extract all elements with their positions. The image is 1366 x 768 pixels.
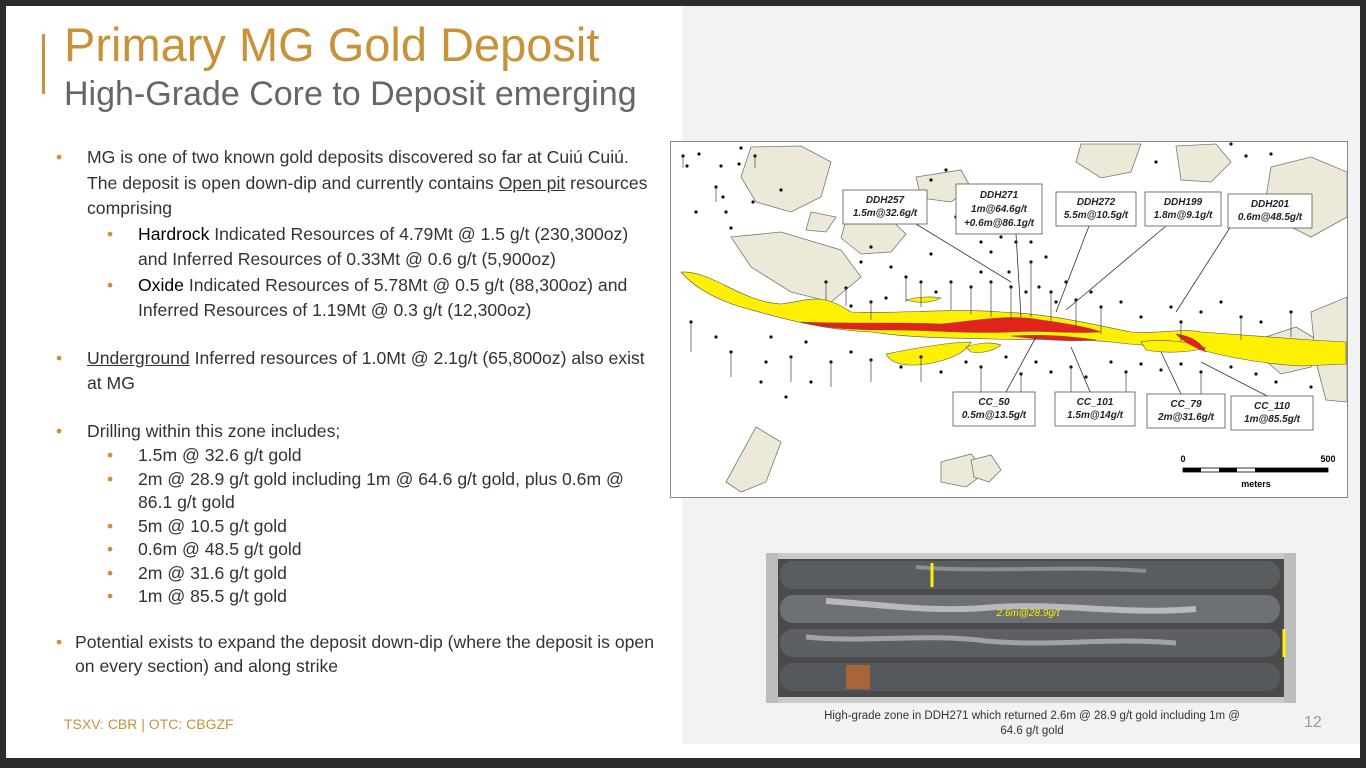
callout-result: 1.5m@32.6g/t (853, 208, 918, 219)
bullet-icon: • (56, 420, 63, 441)
bullet-icon: • (107, 539, 114, 559)
callout-result: 1.5m@14g/t (1067, 410, 1124, 421)
paragraph-drilling: • Drilling within this zone includes; (56, 419, 656, 445)
hardrock-text: Indicated Resources of 4.79Mt @ 1.5 g/t … (138, 223, 629, 270)
drill-result-item: • 1.5m @ 32.6 g/t gold (56, 444, 656, 468)
drill-result-item: • 2m @ 31.6 g/t gold (56, 562, 656, 586)
callout-hole: CC_110 (1254, 401, 1290, 412)
title-accent-bar (42, 34, 45, 94)
callout-cc110: CC_110 1m@85.5g/t (1230, 395, 1314, 431)
footer-ticker: TSXV: CBR | OTC: CBGZF (64, 716, 234, 732)
bullet-icon: • (107, 445, 114, 465)
callout-ddh201: DDH201 0.6m@48.5g/t (1227, 193, 1313, 229)
oxide-item: • Oxide Indicated Resources of 5.78Mt @ … (56, 273, 656, 324)
page-title: Primary MG Gold Deposit (64, 18, 600, 71)
callout-hole: DDH201 (1251, 199, 1290, 210)
scale-unit: meters (1241, 479, 1271, 489)
bullet-icon: • (107, 468, 114, 489)
drill-result-text: 2m @ 28.9 g/t gold including 1m @ 64.6 g… (138, 468, 624, 513)
bullet-icon: • (107, 562, 114, 583)
callout-hole: CC_50 (978, 397, 1010, 408)
paragraph-open-pit: • MG is one of two known gold deposits d… (56, 145, 656, 222)
drill-result-text: 0.6m @ 48.5 g/t gold (138, 539, 302, 559)
callout-result: 0.6m@48.5g/t (1238, 212, 1303, 223)
slide: Primary MG Gold Deposit High-Grade Core … (6, 6, 1360, 758)
callout-result: 0.5m@13.5g/t (962, 410, 1027, 421)
drill-result-item: • 0.6m @ 48.5 g/t gold (56, 538, 656, 562)
callout-result: 1m@85.5g/t (1244, 414, 1301, 425)
callout-result-2: +0.6m@86.1g/t (964, 218, 1035, 229)
bullet-icon: • (56, 147, 63, 167)
callout-cc79: CC_79 2m@31.6g/t (1146, 393, 1226, 429)
callout-result: 5.5m@10.5g/t (1064, 210, 1129, 221)
paragraph-underground: • Underground Inferred resources of 1.0M… (56, 346, 656, 397)
callout-ddh272: DDH272 5.5m@10.5g/t (1055, 191, 1137, 227)
underground-link[interactable]: Underground (87, 348, 190, 368)
core-photo-caption: High-grade zone in DDH271 which returned… (824, 710, 1240, 737)
callout-ddh271: DDH271 1m@64.6g/t +0.6m@86.1g/t (955, 183, 1043, 235)
drill-result-item: • 2m @ 28.9 g/t gold including 1m @ 64.6 … (56, 468, 656, 515)
callout-hole: DDH271 (980, 190, 1019, 201)
drill-result-text: 1.5m @ 32.6 g/t gold (138, 445, 302, 465)
drill-result-text: 5m @ 10.5 g/t gold (138, 515, 287, 536)
core-interval-label: 2.6m@28.9g/t (996, 608, 1061, 619)
callout-hole: DDH199 (1164, 197, 1203, 208)
drill-result-text: 1m @ 85.5 g/t gold (138, 586, 287, 606)
bullet-icon: • (107, 274, 114, 295)
drill-core-photo: 2.6m@28.9g/t (766, 553, 1296, 703)
callout-cc50: CC_50 0.5m@13.5g/t (952, 391, 1036, 427)
bullet-icon: • (107, 223, 114, 244)
drill-result-item: • 5m @ 10.5 g/t gold (56, 515, 656, 539)
drill-result-item: • 1m @ 85.5 g/t gold (56, 585, 656, 609)
body-content: • MG is one of two known gold deposits d… (56, 145, 656, 678)
oxide-text: Indicated Resources of 5.78Mt @ 0.5 g/t … (138, 274, 628, 321)
drill-core-svg: 2.6m@28.9g/t (766, 553, 1296, 703)
drill-result-text: 2m @ 31.6 g/t gold (138, 562, 287, 583)
callout-ddh257: DDH257 1.5m@32.6g/t (842, 189, 928, 225)
deposit-map: DDH257 1.5m@32.6g/t DDH271 1m@64.6g/t +0… (670, 141, 1348, 498)
bullet-icon: • (107, 586, 114, 606)
bullet-icon: • (107, 515, 114, 536)
p4-text: Potential exists to expand the deposit d… (75, 631, 655, 676)
bullet-icon: • (56, 347, 63, 368)
oxide-label: Oxide (138, 274, 184, 295)
callout-result: 1.8m@9.1g/t (1154, 210, 1213, 221)
scale-bar: 0 500 meters (1180, 454, 1335, 489)
page-number: 12 (1304, 714, 1322, 731)
callout-hole: DDH257 (866, 195, 905, 206)
page-subtitle: High-Grade Core to Deposit emerging (64, 75, 637, 113)
bullet-icon: • (56, 631, 63, 652)
callout-hole: CC_79 (1170, 399, 1202, 410)
callout-result: 2m@31.6g/t (1157, 412, 1215, 423)
scale-min: 0 (1180, 454, 1185, 464)
scale-max: 500 (1320, 454, 1335, 464)
callout-hole: CC_101 (1077, 397, 1114, 408)
p3-text: Drilling within this zone includes; (87, 420, 341, 441)
callout-ddh199: DDH199 1.8m@9.1g/t (1144, 191, 1222, 227)
open-pit-link[interactable]: Open pit (499, 173, 566, 193)
hardrock-label: Hardrock (138, 223, 210, 244)
hardrock-item: • Hardrock Indicated Resources of 4.79Mt… (56, 222, 656, 273)
paragraph-potential: • Potential exists to expand the deposit… (56, 630, 656, 678)
callout-cc101: CC_101 1.5m@14g/t (1054, 391, 1136, 427)
deposit-map-svg: DDH257 1.5m@32.6g/t DDH271 1m@64.6g/t +0… (680, 142, 1347, 493)
callout-hole: DDH272 (1077, 197, 1116, 208)
callout-result: 1m@64.6g/t (971, 204, 1028, 215)
